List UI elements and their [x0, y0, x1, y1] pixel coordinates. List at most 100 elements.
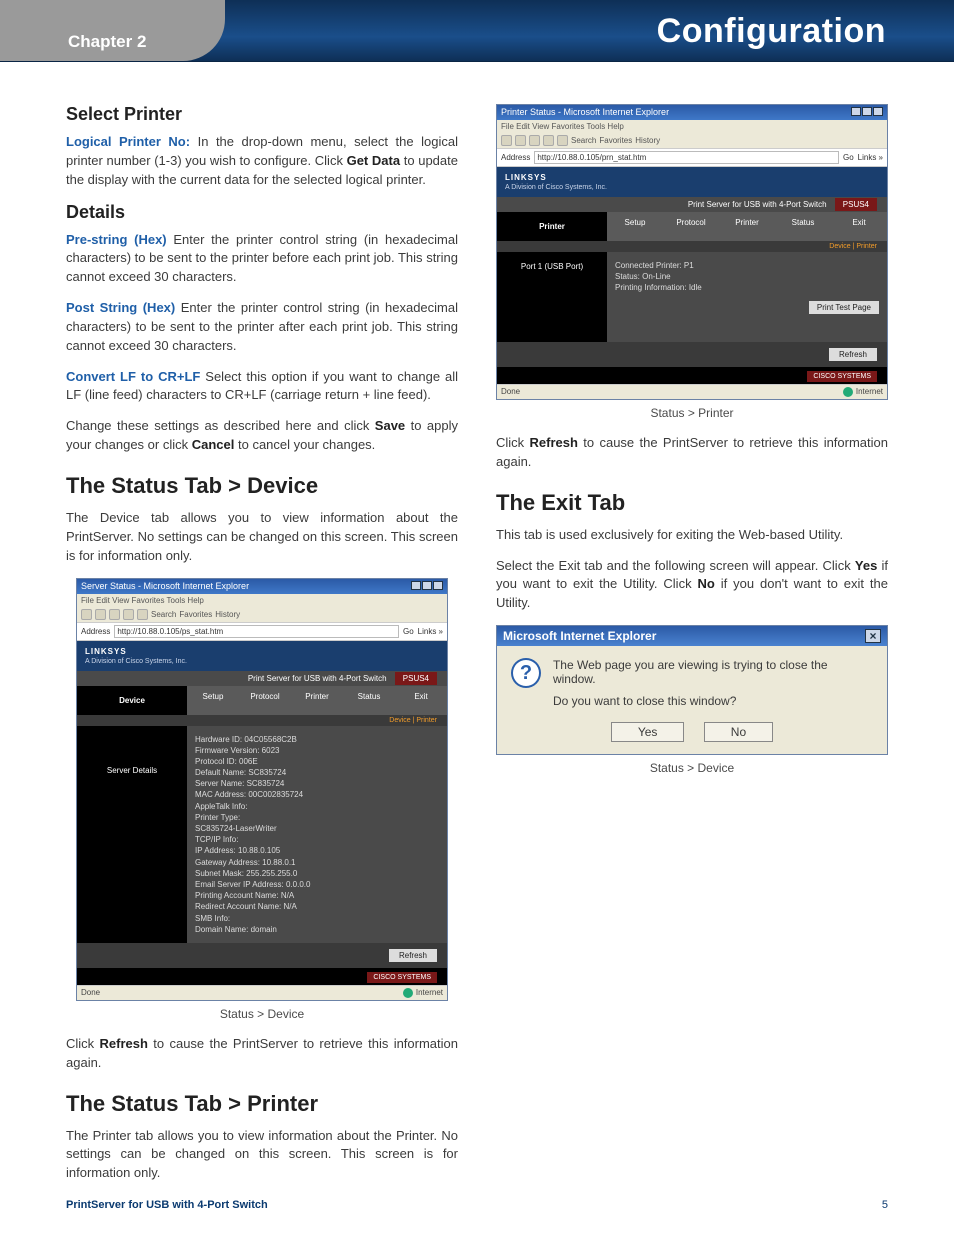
footer-bar: Refresh — [77, 943, 447, 968]
dialog-titlebar: Microsoft Internet Explorer × — [497, 626, 887, 646]
ie-menubar[interactable]: File Edit View Favorites Tools Help — [77, 594, 447, 607]
tab-printer[interactable]: Printer — [719, 212, 775, 241]
ie-window-title: Server Status - Microsoft Internet Explo… — [81, 581, 249, 592]
cisco-logo: CISCO SYSTEMS — [367, 972, 437, 983]
tab-setup[interactable]: Setup — [187, 686, 239, 715]
para-select-printer: Logical Printer No: In the drop-down men… — [66, 133, 458, 190]
page-header: Chapter 2 Configuration — [0, 0, 954, 62]
bold-no: No — [697, 576, 714, 591]
bold-refresh: Refresh — [530, 435, 578, 450]
question-icon: ? — [511, 658, 541, 688]
ie-body: LINKSYS A Division of Cisco Systems, Inc… — [77, 640, 447, 985]
yes-button[interactable]: Yes — [611, 722, 685, 742]
forward-icon[interactable] — [95, 609, 106, 620]
nav-tabs: Printer Setup Protocol Printer Status Ex… — [497, 212, 887, 241]
stop-icon[interactable] — [109, 609, 120, 620]
tab-protocol[interactable]: Protocol — [239, 686, 291, 715]
para-poststring: Post String (Hex) Enter the printer cont… — [66, 299, 458, 356]
status-zone: Internet — [403, 988, 443, 998]
para-exit-2: Select the Exit tab and the following sc… — [496, 557, 888, 614]
device-content: Server Details Hardware ID: 04C05568C2B … — [77, 726, 447, 943]
bold-yes: Yes — [855, 558, 877, 573]
figure-status-printer: Printer Status - Microsoft Internet Expl… — [496, 104, 888, 400]
status-zone: Internet — [843, 387, 883, 397]
bold-cancel: Cancel — [192, 437, 235, 452]
sub-tabs[interactable]: Device | Printer — [497, 241, 887, 252]
tab-exit[interactable]: Exit — [831, 212, 887, 241]
label-logical-printer: Logical Printer No: — [66, 134, 190, 149]
window-buttons[interactable] — [410, 581, 443, 592]
globe-icon — [403, 988, 413, 998]
caption-status-printer: Status > Printer — [496, 406, 888, 420]
address-field[interactable]: http://10.88.0.105/ps_stat.htm — [114, 625, 399, 638]
home-icon[interactable] — [557, 135, 568, 146]
caption-status-device: Status > Device — [66, 1007, 458, 1021]
sub-tabs[interactable]: Device | Printer — [77, 715, 447, 726]
refresh-button[interactable]: Refresh — [829, 348, 877, 361]
ie-titlebar: Server Status - Microsoft Internet Explo… — [77, 579, 447, 594]
back-icon[interactable] — [81, 609, 92, 620]
tab-status[interactable]: Status — [343, 686, 395, 715]
refresh-icon[interactable] — [123, 609, 134, 620]
dialog-text: The Web page you are viewing is trying t… — [553, 658, 873, 708]
model-strip: Print Server for USB with 4-Port Switch … — [77, 671, 447, 686]
back-icon[interactable] — [501, 135, 512, 146]
refresh-icon[interactable] — [543, 135, 554, 146]
refresh-button[interactable]: Refresh — [389, 949, 437, 962]
links-button[interactable]: Links » — [858, 153, 883, 162]
para-refresh-printer: Click Refresh to cause the PrintServer t… — [496, 434, 888, 472]
right-column: Printer Status - Microsoft Internet Expl… — [496, 104, 888, 1195]
heading-details: Details — [66, 202, 458, 223]
tab-exit[interactable]: Exit — [395, 686, 447, 715]
home-icon[interactable] — [137, 609, 148, 620]
address-field[interactable]: http://10.88.0.105/prn_stat.htm — [534, 151, 839, 164]
footer-product: PrintServer for USB with 4-Port Switch — [66, 1199, 268, 1211]
server-details-label: Server Details — [77, 726, 187, 943]
label-prestring: Pre-string (Hex) — [66, 232, 167, 247]
bold-refresh: Refresh — [100, 1036, 148, 1051]
section-label: Device — [77, 686, 187, 715]
para-prestring: Pre-string (Hex) Enter the printer contr… — [66, 231, 458, 288]
bold-get-data: Get Data — [347, 153, 401, 168]
tab-status[interactable]: Status — [775, 212, 831, 241]
globe-icon — [843, 387, 853, 397]
go-button[interactable]: Go — [843, 153, 854, 162]
figure-status-device: Server Status - Microsoft Internet Explo… — [76, 578, 448, 1001]
print-test-button[interactable]: Print Test Page — [809, 301, 879, 314]
dialog-buttons: Yes No — [497, 714, 887, 754]
status-done: Done — [501, 387, 520, 397]
ie-addressbar: Address http://10.88.0.105/prn_stat.htm … — [497, 148, 887, 166]
stop-icon[interactable] — [529, 135, 540, 146]
tab-setup[interactable]: Setup — [607, 212, 663, 241]
model-strip: Print Server for USB with 4-Port Switch … — [497, 197, 887, 212]
ie-statusbar: Done Internet — [77, 985, 447, 1000]
cisco-logo: CISCO SYSTEMS — [807, 371, 877, 382]
window-buttons[interactable] — [850, 107, 883, 118]
tab-printer[interactable]: Printer — [291, 686, 343, 715]
close-icon[interactable]: × — [865, 629, 881, 643]
cisco-brand: CISCO SYSTEMS — [497, 367, 887, 384]
heading-status-device: The Status Tab > Device — [66, 473, 458, 499]
ie-menubar[interactable]: File Edit View Favorites Tools Help — [497, 120, 887, 133]
no-button[interactable]: No — [704, 722, 773, 742]
server-details-text: Hardware ID: 04C05568C2B Firmware Versio… — [187, 726, 447, 943]
cisco-brand: CISCO SYSTEMS — [77, 968, 447, 985]
go-button[interactable]: Go — [403, 627, 414, 636]
linksys-logo: LINKSYS A Division of Cisco Systems, Inc… — [497, 167, 887, 197]
heading-select-printer: Select Printer — [66, 104, 458, 125]
forward-icon[interactable] — [515, 135, 526, 146]
footer-bar: Refresh — [497, 342, 887, 367]
ie-titlebar: Printer Status - Microsoft Internet Expl… — [497, 105, 887, 120]
links-button[interactable]: Links » — [418, 627, 443, 636]
section-label: Printer — [497, 212, 607, 241]
page-title: Configuration — [657, 12, 886, 51]
ie-toolbar[interactable]: Search Favorites History — [497, 133, 887, 148]
ie-toolbar[interactable]: Search Favorites History — [77, 607, 447, 622]
port-label: Port 1 (USB Port) — [497, 252, 607, 342]
ie-body: LINKSYS A Division of Cisco Systems, Inc… — [497, 166, 887, 384]
dialog-body: ? The Web page you are viewing is trying… — [497, 646, 887, 714]
content-columns: Select Printer Logical Printer No: In th… — [0, 62, 954, 1195]
dialog-title: Microsoft Internet Explorer — [503, 629, 656, 643]
tab-protocol[interactable]: Protocol — [663, 212, 719, 241]
ie-statusbar: Done Internet — [497, 384, 887, 399]
